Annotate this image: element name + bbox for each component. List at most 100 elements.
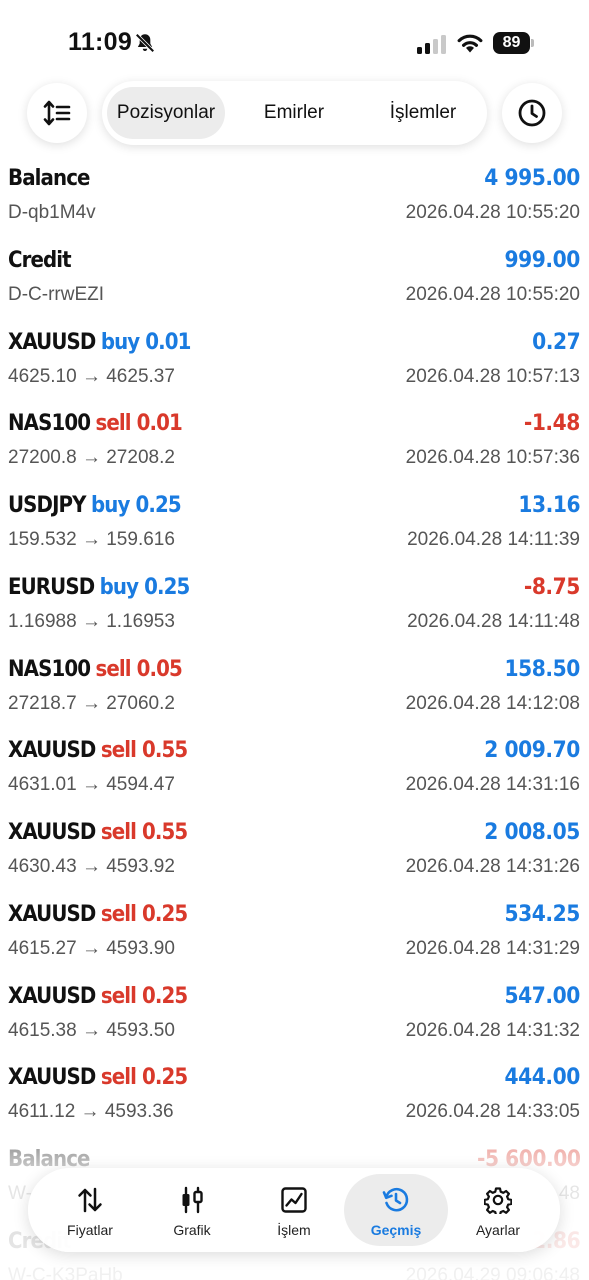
bell-slash-icon	[135, 33, 155, 53]
deal-detail: 4615.27 → 4593.90	[8, 937, 175, 959]
nav-label: İşlem	[277, 1222, 311, 1238]
deal-direction-volume: sell 0.01	[95, 411, 182, 437]
tab-emirler[interactable]: Emirler	[237, 87, 351, 139]
deal-direction-volume: buy 0.01	[100, 329, 192, 355]
deal-time: 2026.04.28 14:33:05	[405, 1101, 580, 1123]
deal-list: Balance 4 995.00 D-qb1M4v 2026.04.28 10:…	[0, 162, 589, 1280]
deal-time: 2026.04.28 10:57:13	[405, 365, 580, 387]
history-icon	[382, 1187, 409, 1212]
deal-symbol: Credit	[8, 247, 72, 273]
deal-profit: 13.16	[518, 493, 580, 518]
deal-symbol: EURUSD buy 0.25	[8, 574, 191, 600]
nav-label: Ayarlar	[475, 1222, 521, 1238]
deal-row[interactable]: USDJPY buy 0.25 13.16 159.532 → 159.616 2…	[0, 489, 589, 571]
deal-symbol: XAUUSD sell 0.55	[8, 738, 188, 764]
deal-title: XAUUSD	[8, 820, 96, 845]
deal-detail: 1.16988 → 1.16953	[8, 610, 175, 632]
deal-direction-volume: buy 0.25	[99, 574, 191, 600]
deal-symbol: USDJPY buy 0.25	[8, 493, 182, 518]
deal-time: 2026.04.28 14:12:08	[405, 692, 580, 714]
signal-icon	[417, 35, 446, 54]
deal-detail: 159.532 → 159.616	[8, 529, 175, 550]
deal-symbol: XAUUSD buy 0.01	[8, 330, 191, 355]
deal-row[interactable]: XAUUSD sell 0.25 547.00 4615.38 → 4593.50…	[0, 980, 589, 1062]
deal-detail: 4611.12 → 4593.36	[8, 1101, 174, 1123]
deal-profit: 547.00	[504, 983, 581, 1009]
deal-time: 2026.04.28 10:55:20	[405, 283, 580, 305]
sort-button[interactable]	[27, 83, 87, 143]
tab-segmented-control: Pozisyonlar Emirler İşlemler	[102, 81, 487, 145]
candlestick-icon	[182, 1186, 203, 1214]
deal-title: XAUUSD	[8, 329, 96, 355]
deal-row[interactable]: EURUSD buy 0.25 -8.75 1.16988 → 1.16953 2…	[0, 571, 589, 653]
deal-direction-volume: buy 0.25	[90, 493, 182, 518]
deal-direction-volume: sell 0.05	[95, 656, 182, 682]
deal-symbol: Balance	[8, 166, 90, 191]
deal-row[interactable]: XAUUSD sell 0.55 2 009.70 4631.01 → 4594.…	[0, 734, 589, 816]
deal-time: 2026.04.28 10:55:20	[405, 202, 580, 223]
nav-gecmis[interactable]: Geçmiş	[344, 1174, 448, 1246]
deal-title: Credit	[8, 247, 72, 273]
deal-title: XAUUSD	[8, 1065, 96, 1091]
deal-row[interactable]: Credit 999.00 D-C-rrwEZI 2026.04.28 10:5…	[0, 244, 589, 326]
bottom-nav: Fiyatlar Grafik İşlem Geçmiş Ayarlar	[28, 1168, 560, 1252]
deal-detail: 27200.8 → 27208.2	[8, 447, 175, 469]
deal-detail: D-qb1M4v	[8, 202, 96, 223]
deal-detail: 4625.10 → 4625.37	[8, 365, 175, 387]
deal-row[interactable]: XAUUSD buy 0.01 0.27 4625.10 → 4625.37 20…	[0, 326, 589, 408]
deal-title: Balance	[8, 166, 90, 191]
deal-title: NAS100	[8, 656, 91, 682]
sort-icon	[43, 100, 71, 126]
nav-label: Geçmiş	[370, 1222, 422, 1238]
nav-fiyatlar[interactable]: Fiyatlar	[38, 1174, 142, 1246]
battery-icon: 89	[493, 32, 535, 54]
clock-icon	[518, 99, 546, 127]
deal-profit: 444.00	[504, 1065, 581, 1091]
deal-title: XAUUSD	[8, 901, 96, 927]
deal-symbol: XAUUSD sell 0.25	[8, 901, 188, 927]
deal-detail: 4631.01 → 4594.47	[8, 774, 175, 796]
deal-time: 2026.04.28 14:31:26	[405, 856, 580, 877]
deal-profit: -8.75	[523, 574, 581, 600]
deal-row[interactable]: NAS100 sell 0.01 -1.48 27200.8 → 27208.2 …	[0, 407, 589, 489]
nav-islem[interactable]: İşlem	[242, 1174, 346, 1246]
deal-profit: 4 995.00	[484, 166, 580, 191]
deal-title: USDJPY	[8, 493, 86, 518]
deal-profit: 534.25	[504, 901, 581, 927]
battery-level: 89	[493, 32, 530, 54]
deal-time: 2026.04.28 14:11:48	[407, 610, 580, 632]
nav-label: Fiyatlar	[67, 1222, 113, 1238]
deal-title: NAS100	[8, 411, 91, 437]
deal-symbol: NAS100 sell 0.05	[8, 656, 183, 682]
deal-detail: 4615.38 → 4593.50	[8, 1019, 175, 1041]
nav-grafik[interactable]: Grafik	[140, 1174, 244, 1246]
deal-row[interactable]: Balance 4 995.00 D-qb1M4v 2026.04.28 10:…	[0, 162, 589, 244]
deal-detail: 27218.7 → 27060.2	[8, 692, 175, 714]
tab-pozisyonlar[interactable]: Pozisyonlar	[107, 87, 225, 139]
gear-icon	[484, 1187, 512, 1214]
deal-profit: -1.48	[523, 411, 581, 437]
deal-row[interactable]: NAS100 sell 0.05 158.50 27218.7 → 27060.2…	[0, 653, 589, 735]
deal-title: XAUUSD	[8, 738, 96, 764]
deal-profit: 0.27	[531, 329, 581, 355]
deal-symbol: XAUUSD sell 0.25	[8, 1065, 188, 1091]
wifi-icon	[457, 34, 483, 53]
deal-direction-volume: sell 0.25	[100, 983, 188, 1009]
deal-direction-volume: sell 0.25	[100, 1065, 188, 1091]
deal-detail: 4630.43 → 4593.92	[8, 856, 175, 877]
deal-direction-volume: sell 0.55	[100, 820, 188, 845]
deal-profit: 2 008.05	[484, 820, 580, 845]
deal-direction-volume: sell 0.25	[100, 901, 188, 927]
deal-row[interactable]: XAUUSD sell 0.25 534.25 4615.27 → 4593.90…	[0, 898, 589, 980]
top-bar: Pozisyonlar Emirler İşlemler	[0, 80, 589, 146]
deal-time: 2026.04.28 14:31:16	[405, 774, 580, 796]
deal-direction-volume: sell 0.55	[100, 738, 188, 764]
nav-ayarlar[interactable]: Ayarlar	[446, 1174, 550, 1246]
tab-islemler[interactable]: İşlemler	[364, 87, 482, 139]
arrows-updown-icon	[78, 1187, 102, 1213]
trade-chart-icon	[281, 1187, 307, 1213]
deal-time: 2026.04.28 14:31:32	[405, 1019, 580, 1041]
period-button[interactable]	[502, 83, 562, 143]
deal-row[interactable]: XAUUSD sell 0.55 2 008.05 4630.43 → 4593.…	[0, 816, 589, 898]
deal-symbol: XAUUSD sell 0.55	[8, 820, 188, 845]
